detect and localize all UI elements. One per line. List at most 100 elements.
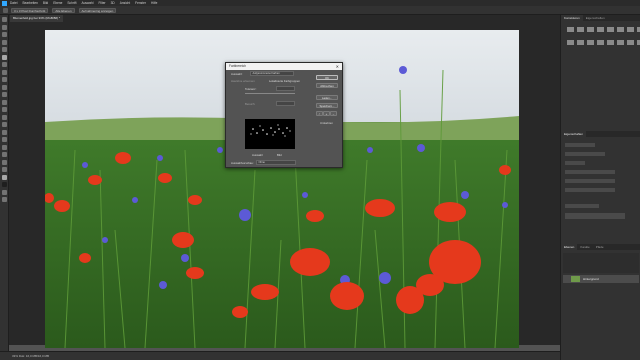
- menu-filter[interactable]: Filter: [99, 1, 106, 5]
- eraser-tool-icon[interactable]: [2, 92, 7, 97]
- bereich-input[interactable]: [276, 101, 295, 106]
- menu-ansicht[interactable]: Ansicht: [120, 1, 130, 5]
- eyedropper-minus-icon[interactable]: −: [330, 111, 337, 116]
- adjustment-icons-grid: [567, 27, 640, 49]
- eyedropper-plus-icon[interactable]: +: [323, 111, 330, 116]
- properties-row: [565, 188, 615, 192]
- hand-tool-icon[interactable]: [2, 152, 7, 157]
- menu-auswahl[interactable]: Auswahl: [81, 1, 93, 5]
- foreground-color-swatch[interactable]: [2, 174, 7, 180]
- stamp-tool-icon[interactable]: [2, 77, 7, 82]
- gradient-map-icon[interactable]: [627, 39, 634, 45]
- status-bar: 33% Dok: 16,0 MB/16,0 MB: [0, 351, 560, 360]
- quick-mask-icon[interactable]: [2, 189, 7, 195]
- color-balance-icon[interactable]: [627, 27, 634, 32]
- background-color-swatch[interactable]: [2, 182, 7, 187]
- eyedropper-icon[interactable]: ⁄: [316, 111, 323, 116]
- layers-tabs: Ebenen Kanäle Pfade: [561, 244, 640, 250]
- photoshop-logo-icon[interactable]: [2, 0, 7, 6]
- layer-row-hintergrund[interactable]: Hintergrund: [563, 275, 639, 283]
- eyedropper-icon[interactable]: [3, 7, 8, 13]
- tab-korrekturen[interactable]: Korrekturen: [561, 15, 583, 21]
- properties-row: [565, 152, 605, 156]
- menu-3d[interactable]: 3D: [111, 1, 115, 5]
- properties-row: [565, 204, 599, 208]
- sample-ring-checkbox[interactable]: Aufnahmering anzeigen: [78, 7, 117, 13]
- zoom-tool-icon[interactable]: [2, 159, 7, 165]
- tab-eigenschaften-top[interactable]: Eigenschaften: [583, 15, 608, 21]
- layers-controls: [563, 253, 639, 273]
- brightness-icon[interactable]: [567, 27, 574, 32]
- channel-mixer-icon[interactable]: [577, 39, 584, 45]
- abbrechen-button[interactable]: Abbrechen: [316, 83, 338, 88]
- quick-select-tool-icon[interactable]: [2, 39, 7, 45]
- tab-kanaele[interactable]: Kanäle: [577, 244, 592, 250]
- tab-pfade[interactable]: Pfade: [593, 244, 607, 250]
- menu-bearbeiten[interactable]: Bearbeiten: [22, 1, 37, 5]
- umkehren-checkbox[interactable]: Umkehren: [320, 121, 333, 125]
- menu-fenster[interactable]: Fenster: [135, 1, 146, 5]
- healing-tool-icon[interactable]: [2, 62, 7, 67]
- right-panel-dock: Korrekturen Eigenschaften Eigenschaften …: [560, 15, 640, 360]
- shape-tool-icon[interactable]: [2, 144, 7, 150]
- tab-ebenen[interactable]: Ebenen: [561, 244, 578, 250]
- posterize-icon[interactable]: [607, 39, 614, 45]
- lokalisiert-checkbox[interactable]: Lokalisierte Farbgruppen: [269, 79, 300, 83]
- auswahl-select[interactable]: Aufgenommene Farben: [250, 71, 294, 76]
- exposure-icon[interactable]: [597, 27, 604, 32]
- blur-tool-icon[interactable]: [2, 107, 7, 112]
- auswahl-label: Auswahl:: [231, 72, 243, 76]
- bild-radio[interactable]: Bild: [277, 153, 282, 157]
- properties-tabs: Eigenschaften: [561, 131, 640, 137]
- tab-eigenschaften[interactable]: Eigenschaften: [561, 131, 587, 137]
- toleranz-label: Toleranz:: [245, 87, 257, 91]
- screen-mode-icon[interactable]: [2, 197, 7, 202]
- dodge-tool-icon[interactable]: [2, 114, 7, 120]
- photo-filter-icon[interactable]: [567, 39, 574, 45]
- toleranz-slider[interactable]: [245, 93, 295, 94]
- options-bar: 3 x 3 Pixel Durchschnitt Alle Ebenen Auf…: [0, 6, 640, 15]
- color-lookup-icon[interactable]: [587, 39, 594, 45]
- more-tools-icon[interactable]: [2, 167, 7, 172]
- curves-icon[interactable]: [587, 27, 594, 32]
- eyedropper-tool-icon[interactable]: [2, 54, 7, 60]
- bereich-label: Bereich:: [245, 102, 256, 106]
- toleranz-input[interactable]: [276, 86, 295, 91]
- ok-button[interactable]: OK: [316, 75, 338, 80]
- type-tool-icon[interactable]: [2, 129, 7, 135]
- menu-hilfe[interactable]: Hilfe: [151, 1, 157, 5]
- menu-schrift[interactable]: Schrift: [67, 1, 76, 5]
- menu-bild[interactable]: Bild: [43, 1, 48, 5]
- sample-layers-select[interactable]: Alle Ebenen: [52, 7, 75, 13]
- marquee-tool-icon[interactable]: [2, 24, 7, 30]
- laden-button[interactable]: Laden...: [316, 95, 338, 100]
- auswahlvorschau-select[interactable]: Ohne: [256, 160, 296, 165]
- lasso-tool-icon[interactable]: [2, 32, 7, 37]
- invert-icon[interactable]: [597, 39, 604, 45]
- menu-datei[interactable]: Datei: [10, 1, 17, 5]
- close-icon[interactable]: ✕: [336, 63, 339, 70]
- hauttone-checkbox[interactable]: Hauttöne erkennen: [231, 79, 255, 83]
- gradient-tool-icon[interactable]: [2, 99, 7, 105]
- document-tab[interactable]: Blumenfeld.jpg bei 33% (RGB/8#) *: [10, 15, 64, 22]
- auswahl-radio[interactable]: Auswahl: [252, 153, 263, 157]
- brush-tool-icon[interactable]: [2, 69, 7, 75]
- hue-saturation-icon[interactable]: [617, 27, 624, 32]
- vibrance-icon[interactable]: [607, 27, 614, 32]
- adjustments-tabs: Korrekturen Eigenschaften: [561, 15, 640, 21]
- menu-ebene[interactable]: Ebene: [53, 1, 62, 5]
- levels-icon[interactable]: [577, 27, 584, 32]
- speichern-button[interactable]: Speichern...: [316, 103, 338, 108]
- color-range-dialog: Farbbereich ✕ Auswahl: Aufgenommene Farb…: [225, 62, 343, 168]
- properties-content: [565, 143, 637, 243]
- tools-panel: [0, 15, 9, 351]
- properties-row: [565, 179, 615, 183]
- selection-mask-preview: [250, 124, 291, 137]
- crop-tool-icon[interactable]: [2, 47, 7, 52]
- path-select-tool-icon[interactable]: [2, 137, 7, 142]
- threshold-icon[interactable]: [617, 39, 624, 45]
- history-brush-tool-icon[interactable]: [2, 84, 7, 90]
- pen-tool-icon[interactable]: [2, 122, 7, 127]
- sample-size-select[interactable]: 3 x 3 Pixel Durchschnitt: [11, 7, 49, 13]
- move-tool-icon[interactable]: [2, 17, 7, 22]
